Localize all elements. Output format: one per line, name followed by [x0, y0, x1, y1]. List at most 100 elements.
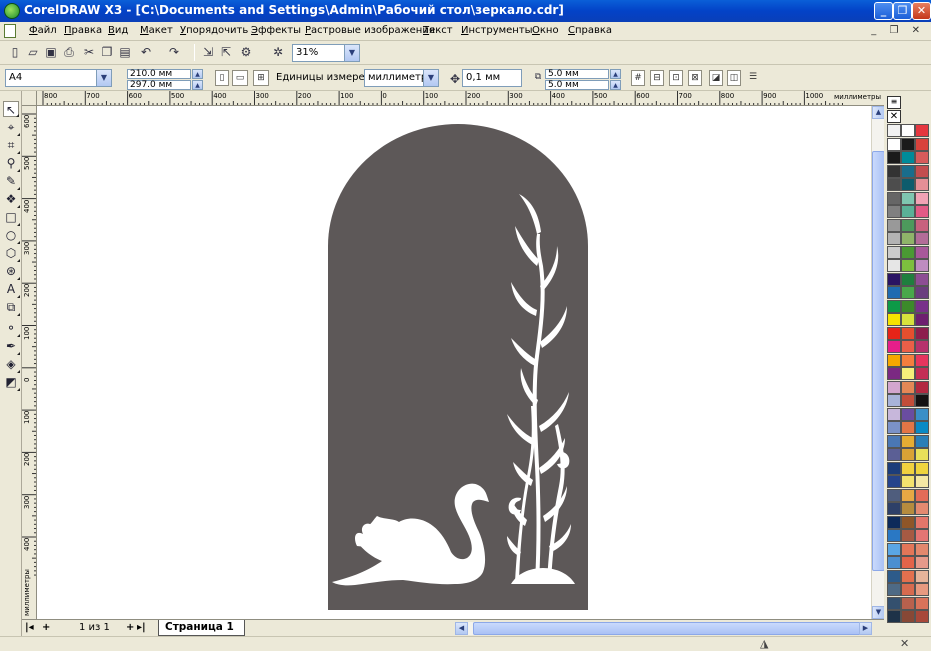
- menu-tools[interactable]: Инструменты: [461, 25, 533, 36]
- coreldraw-app-icon[interactable]: [4, 3, 20, 19]
- mdi-window-controls[interactable]: _ ❐ ✕: [871, 25, 925, 36]
- color-swatch[interactable]: [887, 556, 901, 569]
- options-icon[interactable]: ☰: [746, 70, 760, 86]
- color-swatch[interactable]: [901, 488, 915, 502]
- polygon-tool-icon[interactable]: ⬡: [3, 245, 20, 262]
- chevron-down-icon[interactable]: ▼: [423, 70, 438, 86]
- color-swatch[interactable]: [915, 461, 929, 475]
- shape-tool-icon[interactable]: ⌖: [3, 119, 20, 136]
- color-swatch[interactable]: [915, 191, 929, 205]
- snap-grid-icon[interactable]: #: [631, 70, 645, 86]
- color-swatch[interactable]: [887, 218, 901, 232]
- color-swatch[interactable]: [901, 299, 915, 313]
- horizontal-scroll-thumb[interactable]: [473, 622, 863, 635]
- color-swatch[interactable]: [915, 434, 929, 448]
- first-page-icon[interactable]: |◂: [25, 622, 34, 633]
- color-swatch[interactable]: [901, 367, 915, 380]
- menu-help[interactable]: Справка: [568, 25, 612, 36]
- color-swatch[interactable]: [901, 610, 915, 623]
- color-swatch[interactable]: [915, 286, 929, 299]
- fill-tool-icon[interactable]: ◈: [3, 356, 20, 373]
- color-swatch[interactable]: [915, 556, 929, 569]
- text-tool-icon[interactable]: A: [3, 281, 20, 298]
- no-color-swatch[interactable]: ✕: [887, 110, 901, 123]
- nudge-distance-field[interactable]: 0,1 мм: [462, 69, 522, 87]
- menu-file[interactable]: Файл: [29, 25, 57, 36]
- color-swatch[interactable]: [901, 529, 915, 542]
- height-spinner[interactable]: ▲: [192, 80, 203, 90]
- color-swatch[interactable]: [915, 340, 929, 353]
- color-swatch[interactable]: [915, 178, 929, 191]
- color-swatch[interactable]: [901, 542, 915, 556]
- color-swatch[interactable]: [901, 353, 915, 367]
- vertical-ruler[interactable]: 600 500 400 300 200 100 0 100 200 300 400 миллимет…: [22, 106, 37, 619]
- color-swatch[interactable]: [887, 272, 901, 286]
- interactive-fill-icon[interactable]: ◩: [3, 374, 20, 391]
- color-swatch[interactable]: [915, 448, 929, 461]
- print-icon[interactable]: ⎙: [61, 44, 77, 60]
- menu-window[interactable]: Окно: [532, 25, 559, 36]
- color-swatch[interactable]: [901, 394, 915, 407]
- color-swatch[interactable]: [915, 205, 929, 218]
- launcher-icon[interactable]: ⚙: [238, 44, 254, 60]
- color-swatch[interactable]: [901, 178, 915, 191]
- color-swatch[interactable]: [887, 502, 901, 515]
- color-swatch[interactable]: [887, 286, 901, 299]
- duplicate-y-field[interactable]: 5.0 мм: [545, 80, 609, 90]
- redo-icon[interactable]: ↷: [166, 44, 182, 60]
- color-swatch[interactable]: [915, 569, 929, 583]
- add-page-before-icon[interactable]: +: [42, 622, 50, 633]
- color-swatch[interactable]: [901, 434, 915, 448]
- document-icon[interactable]: [4, 24, 16, 38]
- color-swatch[interactable]: [915, 124, 929, 137]
- duplicate-x-field[interactable]: 5.0 мм: [545, 69, 609, 79]
- color-swatch[interactable]: [887, 529, 901, 542]
- color-swatch[interactable]: [901, 259, 915, 272]
- color-swatch[interactable]: [887, 191, 901, 205]
- color-swatch[interactable]: [901, 205, 915, 218]
- color-swatch[interactable]: [901, 151, 915, 164]
- color-swatch[interactable]: [901, 515, 915, 529]
- color-swatch[interactable]: [915, 151, 929, 164]
- cut-icon[interactable]: ✂: [81, 44, 97, 60]
- outline-tool-icon[interactable]: ✒: [3, 338, 20, 355]
- undo-icon[interactable]: ↶: [138, 44, 154, 60]
- color-swatch[interactable]: [915, 218, 929, 232]
- color-swatch[interactable]: [915, 367, 929, 380]
- color-swatch[interactable]: [887, 583, 901, 596]
- copy-icon[interactable]: ❐: [99, 44, 115, 60]
- color-swatch[interactable]: [901, 232, 915, 245]
- color-swatch[interactable]: [901, 583, 915, 596]
- interactive-blend-icon[interactable]: ⧉: [3, 299, 20, 316]
- color-swatch[interactable]: [887, 407, 901, 421]
- chevron-down-icon[interactable]: ▼: [344, 45, 359, 61]
- color-swatch[interactable]: [915, 232, 929, 245]
- color-swatch[interactable]: [887, 259, 901, 272]
- color-swatch[interactable]: [915, 407, 929, 421]
- color-swatch[interactable]: [887, 421, 901, 434]
- color-swatch[interactable]: [887, 488, 901, 502]
- import-icon[interactable]: ⇲: [200, 44, 216, 60]
- color-swatch[interactable]: [887, 394, 901, 407]
- landscape-icon[interactable]: ▭: [232, 70, 248, 86]
- color-swatch[interactable]: [915, 529, 929, 542]
- all-pages-icon[interactable]: ⊞: [253, 70, 269, 86]
- color-swatch[interactable]: [901, 569, 915, 583]
- color-swatch[interactable]: [901, 380, 915, 394]
- welcome-icon[interactable]: ✲: [270, 44, 286, 60]
- color-swatch[interactable]: [915, 421, 929, 434]
- palette-options-icon[interactable]: ≡: [887, 96, 901, 109]
- color-swatch[interactable]: [901, 286, 915, 299]
- scroll-left-arrow-icon[interactable]: ◀: [455, 622, 468, 635]
- color-swatch[interactable]: [901, 218, 915, 232]
- color-swatch[interactable]: [887, 380, 901, 394]
- color-swatch[interactable]: [901, 124, 915, 137]
- zoom-tool-icon[interactable]: ⚲: [3, 155, 20, 172]
- color-swatch[interactable]: [901, 272, 915, 286]
- color-swatch[interactable]: [887, 610, 901, 623]
- color-swatch[interactable]: [915, 596, 929, 610]
- drawing-canvas[interactable]: [37, 106, 871, 619]
- color-swatch[interactable]: [887, 569, 901, 583]
- basic-shapes-icon[interactable]: ⊛: [3, 263, 20, 280]
- vertical-scrollbar[interactable]: ▲ ▼: [871, 106, 885, 619]
